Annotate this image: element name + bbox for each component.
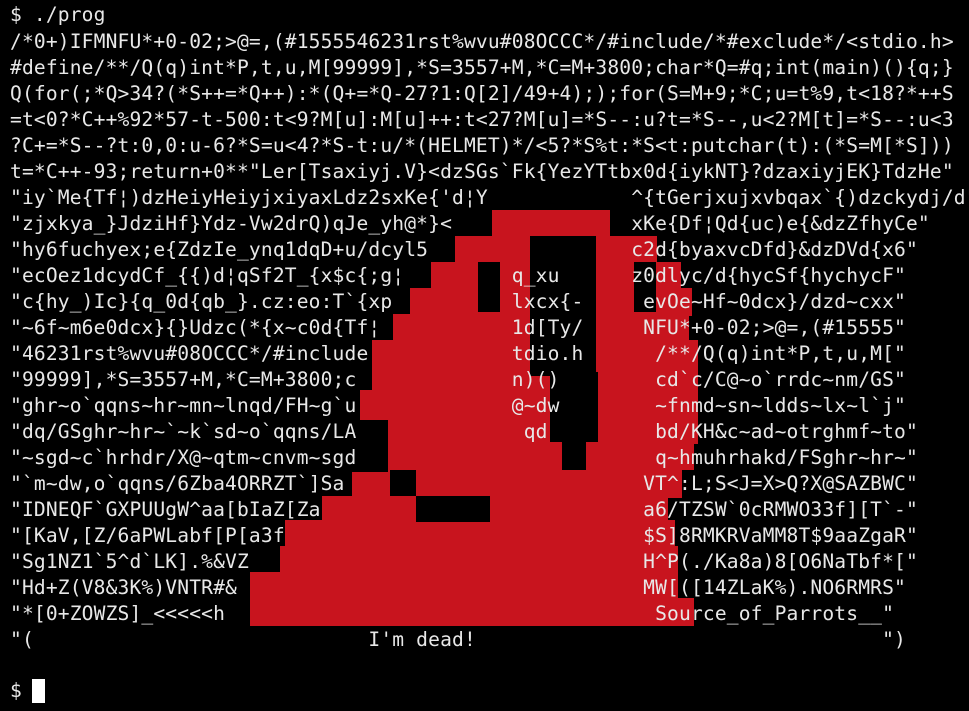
output-line: #define/**/Q(q)int*P,t,u,M[99999],*S=355… xyxy=(10,56,954,79)
output-line: "dq/GSghr~hr~`~k`sd~o`qqns/LA qd bd/KH&c… xyxy=(10,420,918,443)
output-line: "IDNEQF`GXPUUgW^aa[bIaZ[Za a6/TZSW`0cRMW… xyxy=(10,498,918,521)
output-line: t=*C++-93;return+0**"Ler[Tsaxiyj.V}<dzSG… xyxy=(10,160,954,183)
output-line: "~sgd~c`hrhdr/X@~qtm~cnvm~sgd q~hmuhrhak… xyxy=(10,446,918,469)
output-line: "~6f~m6e0dcx}{}Udzc(*{x~c0d{Tf¦ 1d[Ty/ N… xyxy=(10,316,906,339)
output-line: ?C+=*S--?t:0,0:u-6?*S=u<4?*S-t:u/*(HELME… xyxy=(10,134,954,157)
output-line: Q(for(;*Q>34?(*S++=*Q++):*(Q+=*Q-27?1:Q[… xyxy=(10,82,954,105)
output-line: "Hd+Z(V8&3K%)VNTR#& MW[([14ZLaK%).NO6RMR… xyxy=(10,576,906,599)
next-prompt: $ xyxy=(10,679,22,702)
prompt-line: $ ./prog xyxy=(10,3,106,26)
output-line: "*[0+ZOWZS]_<<<<<h Source_of_Parrots__" xyxy=(10,602,895,625)
output-line: "iy`Me{Tf¦)dzHeiyHeiyjxiyaxLdz2sxKe{'d¦Y… xyxy=(10,186,969,209)
output-line: "( I'm dead! ") xyxy=(10,628,906,651)
output-line: "`m~dw,o`qqns/6Zba4ORRZT`]Sa VT^:L;S<J=X… xyxy=(10,472,918,495)
output-line: "Sg1NZ1`5^d`LK].%&VZ H^P(./Ka8a)8[O6NaTb… xyxy=(10,550,918,573)
output-line: =t<0?*C++%92*57-t-500:t<9?M[u]:M[u]++:t<… xyxy=(10,108,954,131)
output-line: "ghr~o`qqns~hr~mn~lnqd/FH~g`u @~dw ~fnmd… xyxy=(10,394,906,417)
output-line: /*0+)IFMNFU*+0-02;>@=,(#1555546231rst%wv… xyxy=(10,30,954,53)
output-line: "46231rst%wvu#08OCCC*/#include tdio.h /*… xyxy=(10,342,906,365)
output-line: "hy6fuchyex;e{ZdzIe_ynq1dqD+u/dcyl5 c2d{… xyxy=(10,238,918,261)
output-line: "[KaV,[Z/6aPWLabf[P[a3f $S]8RMKRVaMM8T$9… xyxy=(10,524,918,547)
output-line: "zjxkya_}JdziHf}Ydz-Vw2drQ)qJe_yh@*}< xK… xyxy=(10,212,930,235)
terminal-window[interactable]: $ ./prog /*0+)IFMNFU*+0-02;>@=,(#1555546… xyxy=(0,0,969,711)
text-cursor[interactable] xyxy=(32,679,45,703)
output-line: "c{hy_)Ic}{q_0d{qb_}.cz:eo:T`{xp lxcx{- … xyxy=(10,290,906,313)
output-line: "99999],*S=3557+M,*C=M+3800;c n)() cd`c/… xyxy=(10,368,906,391)
output-line: "ecOez1dcydCf_{{)d¦qSf2T_{x$c{;g¦ q_xu z… xyxy=(10,264,906,287)
